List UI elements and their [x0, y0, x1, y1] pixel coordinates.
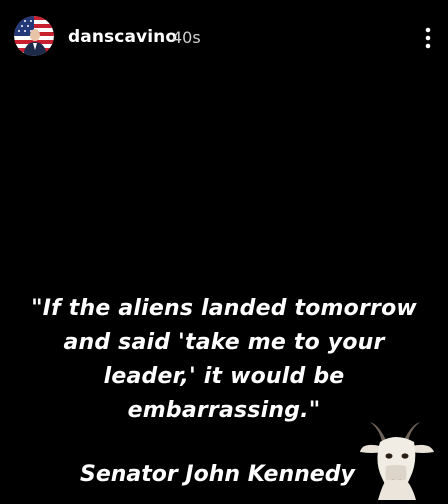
more-options-button[interactable] [418, 24, 438, 52]
quote-line: "If the aliens landed tomorrow [31, 296, 417, 321]
quote-attribution: Senator John Kennedy [80, 462, 355, 487]
story-header: danscavino 40s [0, 0, 448, 76]
quote-text: "If the aliens landed tomorrow and said … [10, 292, 438, 428]
story-timestamp: 40s [172, 28, 201, 47]
goat-sticker[interactable] [360, 420, 436, 500]
username-link[interactable]: danscavino [68, 27, 177, 47]
more-vertical-icon [425, 27, 431, 49]
quote-line: and said 'take me to your [63, 330, 385, 355]
profile-avatar[interactable] [14, 16, 54, 56]
quote-line: leader,' it would be [103, 364, 345, 389]
flag-avatar-icon [14, 16, 54, 56]
goat-sticker-icon [360, 422, 434, 500]
